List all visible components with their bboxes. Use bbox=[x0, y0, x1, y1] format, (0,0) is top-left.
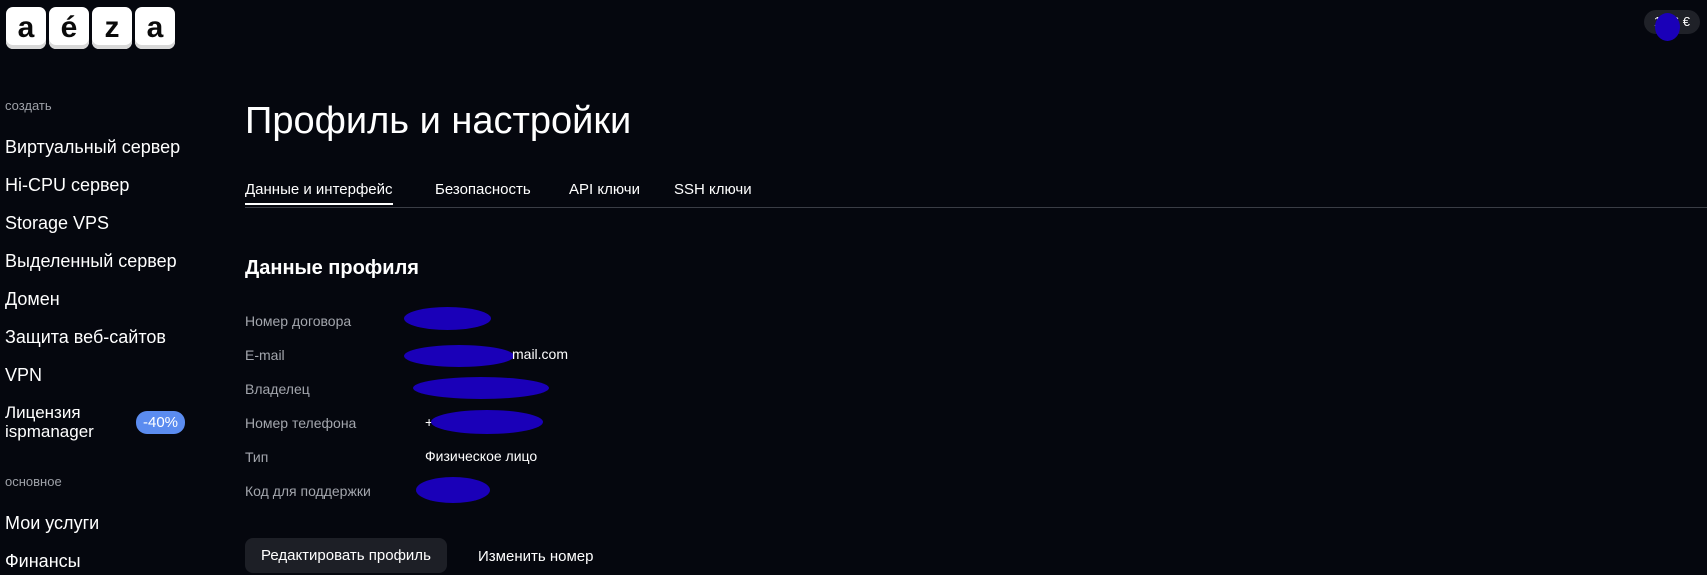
section-title-profile: Данные профиля bbox=[245, 257, 419, 279]
aeza-logo[interactable]: a é z a bbox=[6, 7, 175, 49]
redaction-mark bbox=[431, 410, 543, 434]
sidebar-item-hi-cpu[interactable]: Hi-CPU сервер bbox=[5, 175, 129, 196]
sidebar-item-my-services[interactable]: Мои услуги bbox=[5, 513, 99, 534]
tab-ssh-keys[interactable]: SSH ключи bbox=[674, 181, 752, 198]
value-email: mail.com bbox=[512, 346, 569, 362]
redaction-mark bbox=[416, 477, 490, 503]
sidebar-item-website-protection[interactable]: Защита веб-сайтов bbox=[5, 327, 166, 348]
value-type: Физическое лицо bbox=[425, 448, 538, 464]
sidebar-item-dedicated-server[interactable]: Выделенный сервер bbox=[5, 251, 177, 272]
label-owner: Владелец bbox=[245, 381, 310, 397]
tab-security[interactable]: Безопасность bbox=[435, 181, 531, 198]
redaction-mark bbox=[1655, 13, 1680, 41]
sidebar-item-storage-vps[interactable]: Storage VPS bbox=[5, 213, 109, 234]
label-contract-number: Номер договора bbox=[245, 313, 352, 329]
tab-bar: Данные и интерфейс Безопасность API ключ… bbox=[245, 181, 1707, 208]
page-title: Профиль и настройки bbox=[245, 100, 632, 142]
tab-data-interface[interactable]: Данные и интерфейс bbox=[245, 181, 393, 205]
sidebar-item-license[interactable]: Лицензия ispmanager bbox=[5, 403, 94, 441]
label-email: E-mail bbox=[245, 347, 285, 363]
sidebar-item-virtual-server[interactable]: Виртуальный сервер bbox=[5, 137, 180, 158]
redaction-mark bbox=[413, 377, 549, 399]
logo-key-e: é bbox=[49, 7, 89, 49]
logo-key-z: z bbox=[92, 7, 132, 49]
sidebar-item-vpn[interactable]: VPN bbox=[5, 365, 42, 386]
edit-profile-button[interactable]: Редактировать профиль bbox=[245, 538, 447, 573]
label-phone: Номер телефона bbox=[245, 415, 357, 431]
discount-badge: -40% bbox=[136, 411, 186, 434]
change-number-link[interactable]: Изменить номер bbox=[478, 548, 593, 565]
sidebar-item-domain[interactable]: Домен bbox=[5, 289, 60, 310]
sidebar-section-create: создать bbox=[5, 98, 52, 113]
label-type: Тип bbox=[245, 449, 269, 465]
sidebar-section-main: основное bbox=[5, 474, 62, 489]
license-line2: ispmanager bbox=[5, 422, 94, 441]
sidebar-item-finances[interactable]: Финансы bbox=[5, 551, 81, 572]
logo-key-a2: a bbox=[135, 7, 175, 49]
license-line1: Лицензия bbox=[5, 403, 81, 422]
redaction-mark bbox=[404, 345, 514, 367]
tab-api-keys[interactable]: API ключи bbox=[569, 181, 640, 198]
label-support-code: Код для поддержки bbox=[245, 483, 371, 499]
logo-key-a: a bbox=[6, 7, 46, 49]
redaction-mark bbox=[404, 307, 491, 330]
